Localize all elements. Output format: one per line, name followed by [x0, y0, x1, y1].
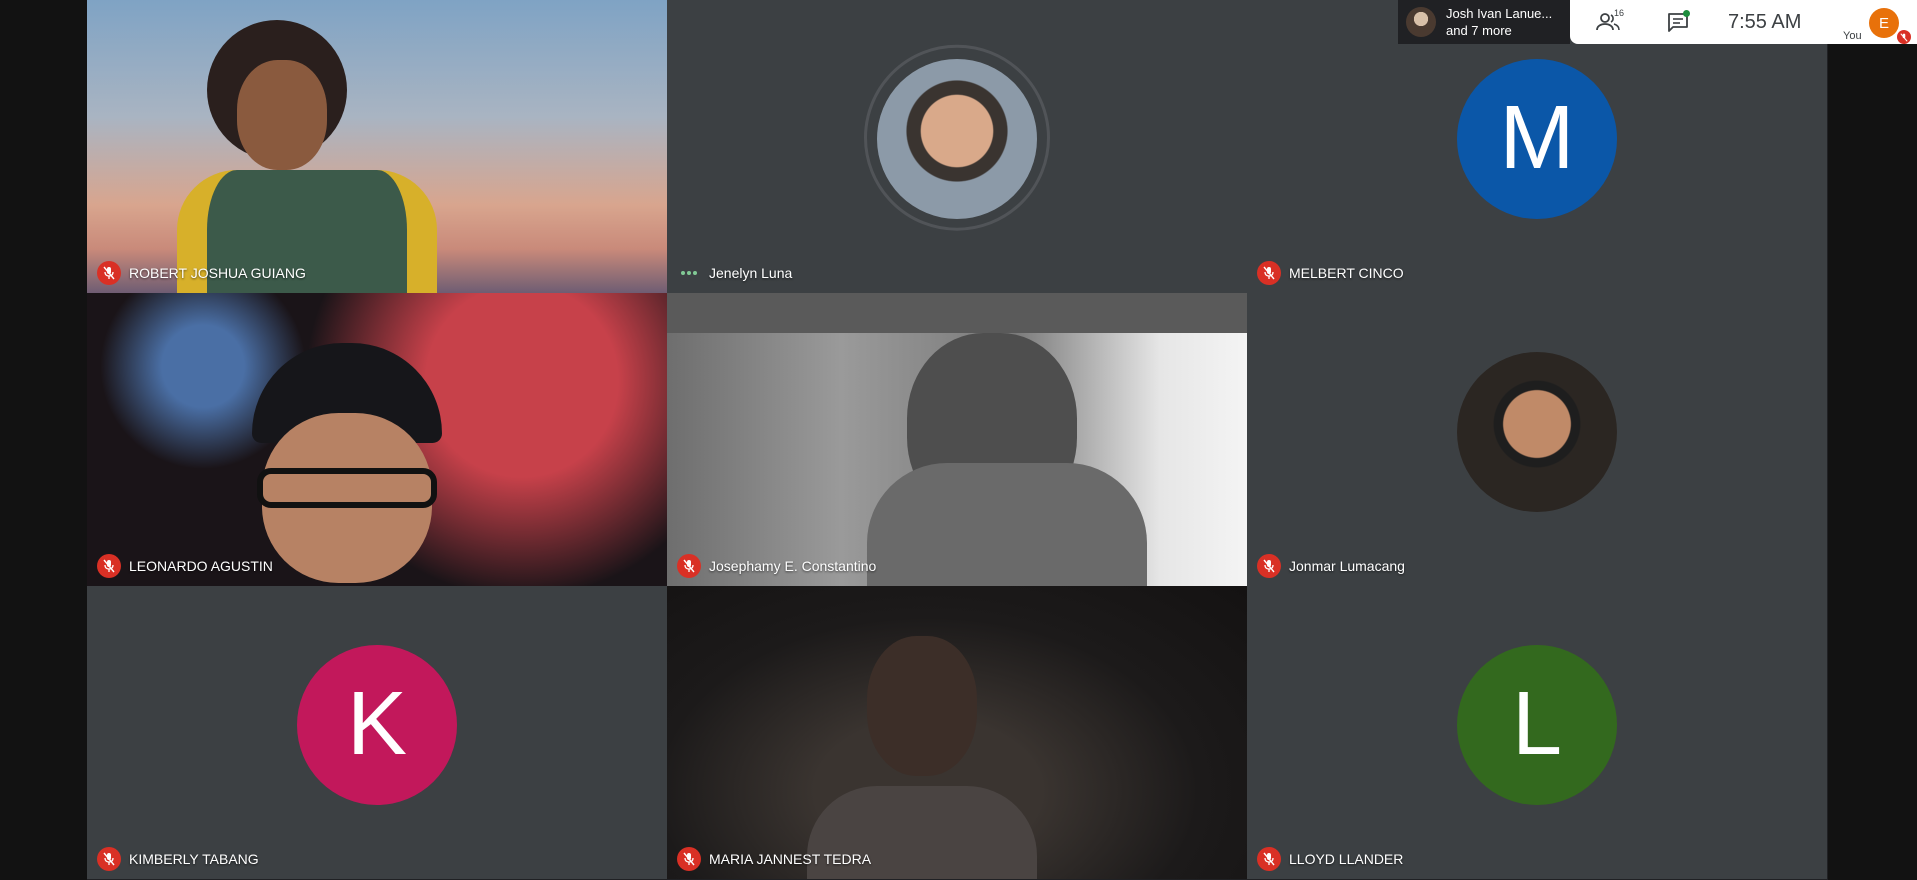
presenter-text: Josh Ivan Lanue... and 7 more	[1446, 5, 1552, 39]
participant-tile[interactable]: Jenelyn Luna	[667, 0, 1247, 293]
avatar: L	[1457, 644, 1617, 805]
avatar	[1457, 351, 1617, 512]
self-label: You	[1843, 30, 1862, 42]
participant-name-tag: KIMBERLY TABANG	[97, 847, 259, 871]
mic-off-icon	[97, 554, 121, 578]
participant-name: Josephamy E. Constantino	[709, 558, 877, 574]
mic-off-icon	[1257, 554, 1281, 578]
participant-name: LEONARDO AGUSTIN	[129, 558, 273, 574]
mic-off-icon	[97, 261, 121, 285]
participant-name: ROBERT JOSHUA GUIANG	[129, 265, 306, 281]
mic-off-icon	[677, 554, 701, 578]
mic-off-icon	[677, 847, 701, 871]
participant-name: MELBERT CINCO	[1289, 265, 1404, 281]
presenter-more: and 7 more	[1446, 23, 1512, 38]
avatar-initial: K	[346, 674, 408, 774]
chat-button[interactable]	[1658, 2, 1698, 42]
participant-tile[interactable]: Josephamy E. Constantino	[667, 293, 1247, 586]
speaking-dots-icon	[677, 261, 701, 285]
avatar	[877, 58, 1037, 219]
participant-tile[interactable]: MARIA JANNEST TEDRA	[667, 586, 1247, 879]
participant-name-tag: LEONARDO AGUSTIN	[97, 554, 273, 578]
presenter-avatar	[1406, 7, 1436, 37]
participant-name-tag: MELBERT CINCO	[1257, 261, 1404, 285]
self-view[interactable]: E You	[1843, 4, 1911, 44]
participant-tile[interactable]: K KIMBERLY TABANG	[87, 586, 667, 879]
top-toolbar: 16 7:55 AM E You	[1570, 0, 1917, 44]
participant-name: Jenelyn Luna	[709, 265, 793, 281]
participant-video	[667, 586, 1247, 879]
participant-tile[interactable]: L LLOYD LLANDER	[1247, 586, 1827, 879]
participant-video	[87, 0, 667, 293]
participant-video	[667, 293, 1247, 586]
participant-tile[interactable]: ROBERT JOSHUA GUIANG	[87, 0, 667, 293]
participant-tile[interactable]: Jonmar Lumacang	[1247, 293, 1827, 586]
participant-name: KIMBERLY TABANG	[129, 851, 259, 867]
presenter-name: Josh Ivan Lanue...	[1446, 6, 1553, 21]
self-initial: E	[1878, 14, 1889, 32]
participant-name-tag: MARIA JANNEST TEDRA	[677, 847, 871, 871]
participant-name-tag: LLOYD LLANDER	[1257, 847, 1403, 871]
participant-name: Jonmar Lumacang	[1289, 558, 1405, 574]
participant-name-tag: Jonmar Lumacang	[1257, 554, 1405, 578]
participants-button[interactable]: 16	[1588, 2, 1628, 42]
participant-name-tag: Josephamy E. Constantino	[677, 554, 876, 578]
clock: 7:55 AM	[1728, 10, 1802, 33]
participant-video	[87, 293, 667, 586]
mic-off-icon	[1257, 261, 1281, 285]
participants-count: 16	[1613, 8, 1624, 18]
self-avatar: E	[1869, 8, 1899, 38]
mic-off-icon	[1257, 847, 1281, 871]
meeting-stage: ROBERT JOSHUA GUIANG Jenelyn Luna M MELB…	[87, 0, 1828, 880]
chat-notification-dot	[1683, 10, 1690, 17]
presenter-chip[interactable]: Josh Ivan Lanue... and 7 more	[1398, 0, 1570, 44]
participant-tile[interactable]: LEONARDO AGUSTIN	[87, 293, 667, 586]
participant-name: LLOYD LLANDER	[1289, 851, 1404, 867]
mic-off-icon	[97, 847, 121, 871]
avatar-initial: M	[1499, 88, 1575, 188]
avatar-initial: L	[1511, 674, 1563, 774]
participant-name-tag: ROBERT JOSHUA GUIANG	[97, 261, 306, 285]
participant-name: MARIA JANNEST TEDRA	[709, 851, 872, 867]
avatar: M	[1457, 58, 1617, 219]
mic-off-icon	[1897, 30, 1911, 44]
avatar: K	[297, 644, 457, 805]
participant-name-tag: Jenelyn Luna	[677, 261, 792, 285]
